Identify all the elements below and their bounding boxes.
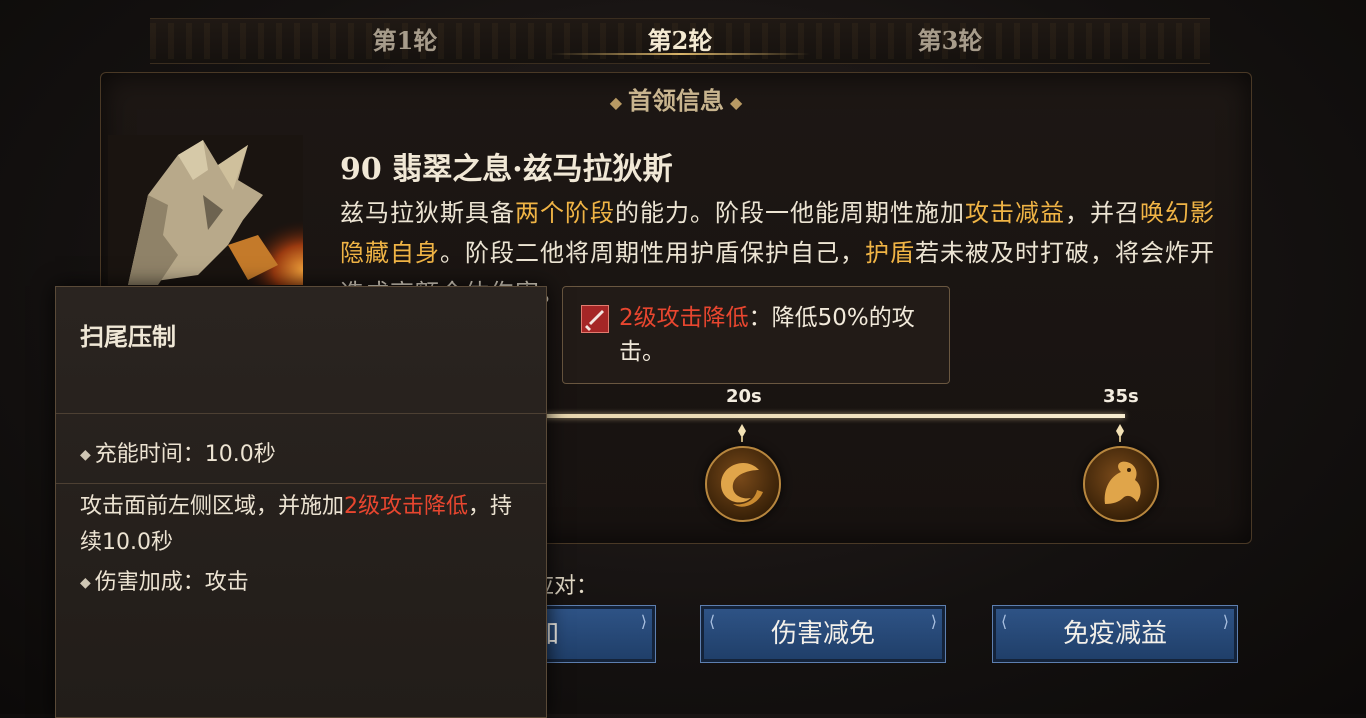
panel-title: 首领信息 — [628, 86, 724, 115]
bracket-icon: ⟩ — [640, 612, 647, 631]
divider — [56, 413, 546, 414]
tab-round-2[interactable]: 第2轮 — [550, 19, 810, 63]
pin-icon — [1116, 424, 1124, 442]
skill-title: 扫尾压制 — [80, 323, 176, 351]
diamond-bullet-icon: ◆ — [80, 575, 91, 591]
dragon-icon — [108, 135, 303, 285]
diamond-bullet-icon: ◆ — [80, 447, 91, 463]
diamond-icon: ◆ — [730, 93, 743, 112]
desc-text: 兹马拉狄斯具备 — [340, 199, 515, 227]
wind-skill-icon[interactable] — [705, 446, 781, 522]
desc-highlight: 攻击减益 — [965, 199, 1065, 227]
desc-text: 。阶段二他将周期性用护盾保护自己， — [440, 239, 865, 267]
timeline-tick-label: 20s — [726, 386, 762, 407]
skill-tooltip: 扫尾压制 ◆ 充能时间：10.0秒 攻击面前左侧区域，并施加2级攻击降低，持续10… — [55, 286, 547, 718]
damage-bonus: ◆ 伤害加成：攻击 — [80, 565, 249, 601]
boss-name: 90 翡翠之息·兹马拉狄斯 — [340, 152, 673, 187]
desc-text: ，并召 — [1065, 199, 1140, 227]
debuff-immunity-button[interactable]: ⟨ 免疫减益 ⟩ — [992, 605, 1238, 663]
desc-highlight: 护盾 — [865, 239, 915, 267]
dragon-skill-icon[interactable] — [1083, 446, 1159, 522]
bracket-icon: ⟨ — [1001, 612, 1008, 631]
skill-effect: 攻击面前左侧区域，并施加2级攻击降低，持续10.0秒 — [80, 489, 520, 561]
diamond-icon: ◆ — [609, 93, 622, 112]
desc-text: 的能力。阶段一他能周期性施加 — [615, 199, 965, 227]
desc-highlight: 两个阶段 — [515, 199, 615, 227]
bracket-icon: ⟩ — [930, 612, 937, 631]
sword-debuff-icon — [581, 305, 609, 333]
round-tab-bar: 第1轮 第2轮 第3轮 — [150, 18, 1210, 64]
tab-round-1[interactable]: 第1轮 — [305, 19, 505, 63]
timeline-tick-label: 35s — [1103, 386, 1139, 407]
effect-highlight: 2级攻击降低 — [344, 494, 469, 519]
bracket-icon: ⟩ — [1222, 612, 1229, 631]
divider — [56, 483, 546, 484]
tab-round-3[interactable]: 第3轮 — [850, 19, 1050, 63]
debuff-tooltip: 2级攻击降低：降低50%的攻击。 — [562, 286, 950, 384]
button-label: 伤害减免 — [770, 619, 875, 649]
debuff-description: 2级攻击降低：降低50%的攻击。 — [619, 301, 937, 369]
bracket-icon: ⟨ — [709, 612, 716, 631]
skill-timeline — [540, 414, 1125, 418]
damage-reduction-button[interactable]: ⟨ 伤害减免 ⟩ — [700, 605, 946, 663]
pin-icon — [738, 424, 746, 442]
debuff-name: 2级攻击降低 — [619, 305, 749, 331]
bonus-text: 伤害加成：攻击 — [94, 570, 249, 595]
boss-portrait — [108, 135, 303, 285]
effect-text: 攻击面前左侧区域，并施加 — [80, 494, 345, 519]
panel-header: ◆ 首领信息 ◆ — [101, 81, 1251, 116]
button-label: 免疫减益 — [1062, 619, 1167, 649]
charge-text: 充能时间：10.0秒 — [94, 442, 276, 467]
charge-time: ◆ 充能时间：10.0秒 — [80, 437, 276, 473]
